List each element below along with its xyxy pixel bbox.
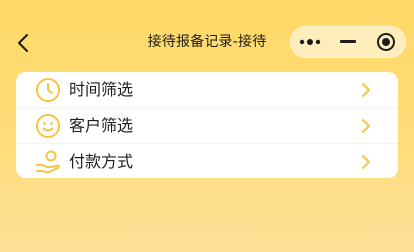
menu-item-time-filter[interactable]: 时间筛选	[16, 72, 398, 107]
minimize-button[interactable]	[329, 27, 367, 57]
chevron-right-icon	[360, 82, 372, 98]
menu-item-label: 时间筛选	[69, 79, 134, 99]
menu-item-customer-filter[interactable]: 客户筛选	[16, 107, 398, 143]
clock-icon	[35, 77, 61, 103]
minimize-icon	[340, 40, 356, 43]
smiley-icon	[35, 113, 61, 139]
chevron-right-icon	[360, 118, 372, 134]
more-dots-icon	[299, 39, 321, 45]
close-button[interactable]	[367, 27, 405, 57]
menu-item-payment-method[interactable]: 付款方式	[16, 143, 398, 178]
menu-item-label: 付款方式	[69, 151, 134, 171]
more-button[interactable]	[291, 27, 329, 57]
target-circle-icon	[377, 33, 395, 51]
menu-item-label: 客户筛选	[69, 115, 134, 135]
chevron-right-icon	[360, 154, 372, 170]
hand-coin-icon	[35, 149, 61, 175]
mini-program-capsule	[290, 26, 406, 58]
filter-menu-card: 时间筛选 客户筛选 付款方式	[16, 72, 398, 178]
